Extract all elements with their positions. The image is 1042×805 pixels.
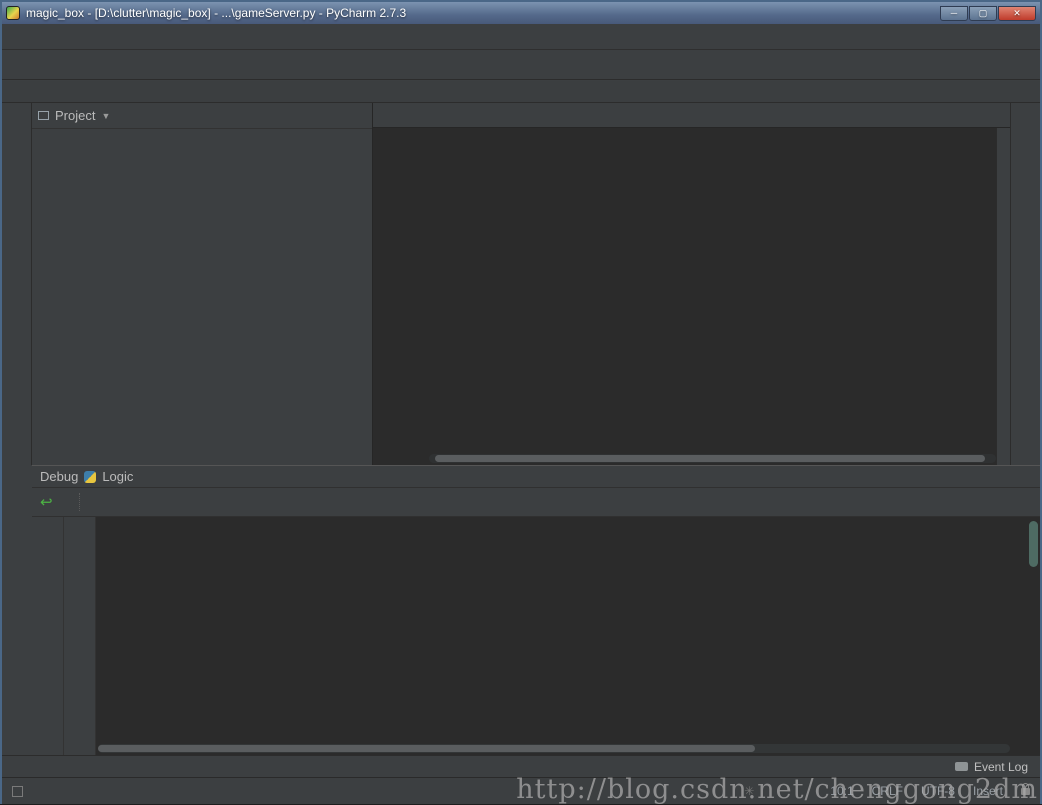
navigation-bar xyxy=(2,81,1040,103)
close-button[interactable]: ✕ xyxy=(998,6,1036,21)
code-editor[interactable] xyxy=(373,128,996,465)
rerun-icon[interactable]: ↩ xyxy=(40,493,53,511)
chevron-down-icon[interactable]: ▼ xyxy=(101,111,110,121)
debug-actions-column xyxy=(32,517,64,755)
encoding-indicator[interactable]: UTF-8 xyxy=(921,784,955,798)
window-title: magic_box - [D:\clutter\magic_box] - ...… xyxy=(26,6,406,20)
console-actions-column xyxy=(64,517,96,755)
console-horizontal-scrollbar[interactable] xyxy=(98,744,1010,753)
debug-header: Debug Logic xyxy=(32,466,1040,488)
debug-console[interactable] xyxy=(96,517,1040,755)
app-icon xyxy=(6,6,20,20)
debug-title: Debug xyxy=(40,469,78,484)
debug-config-name: Logic xyxy=(102,469,133,484)
title-bar: magic_box - [D:\clutter\magic_box] - ...… xyxy=(2,2,1040,24)
project-view-icon xyxy=(38,111,49,120)
event-log-button[interactable]: Event Log xyxy=(974,760,1028,774)
menu-bar xyxy=(2,24,1040,50)
left-tool-stripe xyxy=(2,103,32,465)
lock-icon[interactable] xyxy=(1021,788,1030,795)
project-panel-header: Project ▼ xyxy=(32,103,372,129)
status-bar: ✳ 10:1 CRLF UTF-8 Insert xyxy=(2,777,1040,804)
project-tree xyxy=(32,129,372,134)
tool-window-bar: Event Log xyxy=(2,755,1040,777)
caret-position[interactable]: 10:1 xyxy=(830,784,853,798)
python-icon xyxy=(84,471,96,483)
editor-horizontal-scrollbar[interactable] xyxy=(429,454,996,463)
project-panel-title[interactable]: Project xyxy=(55,108,95,123)
editor-area xyxy=(373,103,1010,465)
insert-mode-indicator[interactable]: Insert xyxy=(973,784,1003,798)
maximize-button[interactable]: ▢ xyxy=(969,6,997,21)
main-toolbar xyxy=(2,50,1040,80)
editor-tabs xyxy=(373,103,1010,128)
toolwindow-toggle-icon[interactable] xyxy=(12,786,23,797)
busy-indicator: ✳ xyxy=(744,784,754,798)
debug-tool-window: Debug Logic ↩ xyxy=(32,465,1040,755)
console-vertical-scrollbar[interactable] xyxy=(1029,521,1038,641)
error-stripe xyxy=(996,128,1010,465)
minimize-button[interactable]: ─ xyxy=(940,6,968,21)
right-tool-stripe xyxy=(1010,103,1040,465)
pycharm-window: magic_box - [D:\clutter\magic_box] - ...… xyxy=(0,0,1042,804)
event-log-icon xyxy=(955,762,968,771)
debug-toolbar: ↩ xyxy=(32,488,1040,517)
line-ending-indicator[interactable]: CRLF xyxy=(872,784,903,798)
project-panel: Project ▼ xyxy=(32,103,373,465)
